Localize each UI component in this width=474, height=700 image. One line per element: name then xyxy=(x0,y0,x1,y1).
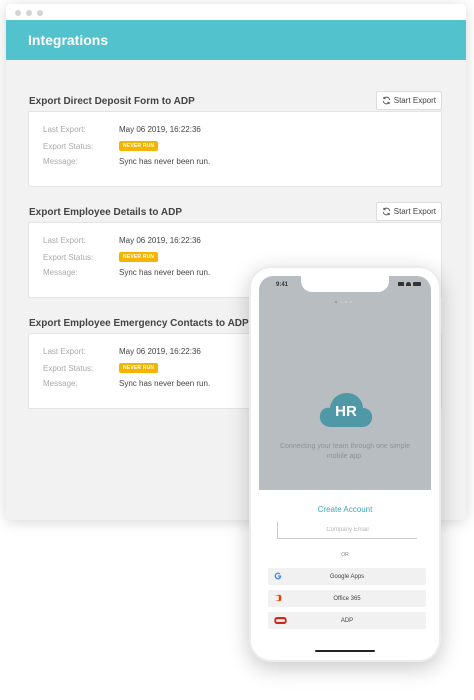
or-divider: OR xyxy=(341,552,349,558)
window-close-dot[interactable] xyxy=(15,10,21,16)
signal-icon xyxy=(398,282,404,286)
last-export-value: May 06 2019, 16:22:36 xyxy=(119,236,201,245)
message-label: Message: xyxy=(43,379,78,388)
message-row: Message: Sync has never been run. xyxy=(43,268,210,277)
sso-label: ADP xyxy=(340,617,354,624)
battery-icon xyxy=(413,282,421,286)
export-status-label: Export Status: xyxy=(43,141,94,151)
start-export-label: Start Export xyxy=(393,207,436,216)
sync-icon xyxy=(382,207,390,216)
export-status-row: Export Status: NEVER RUN xyxy=(43,141,159,151)
section-title: Export Direct Deposit Form to ADP xyxy=(29,96,195,107)
status-badge: NEVER RUN xyxy=(119,363,159,373)
last-export-value: May 06 2019, 16:22:36 xyxy=(119,347,201,356)
office365-button[interactable]: Office 365 xyxy=(268,590,426,607)
create-account-link[interactable]: Create Account xyxy=(251,505,439,514)
export-status-row: Export Status: NEVER RUN xyxy=(43,252,159,262)
hr-logo-text: HR xyxy=(335,403,357,420)
status-badge: NEVER RUN xyxy=(119,252,159,262)
phone-mockup: 9:41 HR Connecting your team through one… xyxy=(249,266,441,662)
last-export-label: Last Export: xyxy=(43,347,86,356)
window-titlebar xyxy=(6,4,466,20)
export-status-row: Export Status: NEVER RUN xyxy=(43,363,159,373)
sso-label: Office 365 xyxy=(333,595,361,602)
adp-icon xyxy=(273,615,287,625)
export-status-label: Export Status: xyxy=(43,363,94,373)
last-export-row: Last Export: May 06 2019, 16:22:36 xyxy=(43,347,201,356)
message-value: Sync has never been run. xyxy=(119,379,211,388)
section-title: Export Employee Details to ADP xyxy=(29,207,182,218)
page-title: Integrations xyxy=(28,32,109,48)
phone-notch xyxy=(301,276,389,292)
status-badge: NEVER RUN xyxy=(119,141,159,151)
export-status-label: Export Status: xyxy=(43,252,94,262)
message-value: Sync has never been run. xyxy=(119,157,211,166)
status-bar-time: 9:41 xyxy=(276,282,289,288)
window-maximize-dot[interactable] xyxy=(37,10,43,16)
export-details-card: Last Export: May 06 2019, 16:22:36 Expor… xyxy=(28,111,442,187)
google-icon xyxy=(273,571,283,581)
last-export-row: Last Export: May 06 2019, 16:22:36 xyxy=(43,236,201,245)
app-tagline: Connecting your team through one simple … xyxy=(280,443,410,460)
message-label: Message: xyxy=(43,268,78,277)
message-row: Message: Sync has never been run. xyxy=(43,157,210,166)
wifi-icon xyxy=(406,282,411,286)
last-export-value: May 06 2019, 16:22:36 xyxy=(119,125,201,134)
office365-icon xyxy=(273,593,283,603)
sso-label: Google Apps xyxy=(329,573,365,580)
start-export-button[interactable]: Start Export xyxy=(375,91,442,110)
start-export-button[interactable]: Start Export xyxy=(375,202,442,221)
window-minimize-dot[interactable] xyxy=(26,10,32,16)
last-export-label: Last Export: xyxy=(43,125,86,134)
page-header: Integrations xyxy=(6,20,466,60)
message-row: Message: Sync has never been run. xyxy=(43,379,210,388)
status-bar-icons xyxy=(398,282,421,286)
section-title: Export Employee Emergency Contacts to AD… xyxy=(29,318,249,329)
message-value: Sync has never been run. xyxy=(119,268,211,277)
company-email-field[interactable] xyxy=(277,522,417,539)
adp-button[interactable]: ADP xyxy=(268,612,426,629)
sync-icon xyxy=(382,96,390,105)
google-apps-button[interactable]: Google Apps xyxy=(268,568,426,585)
page-indicator xyxy=(335,301,352,303)
message-label: Message: xyxy=(43,157,78,166)
start-export-label: Start Export xyxy=(393,96,436,105)
phone-splash-screen: 9:41 HR Connecting your team through one… xyxy=(259,276,431,490)
last-export-label: Last Export: xyxy=(43,236,86,245)
home-indicator xyxy=(315,650,375,652)
last-export-row: Last Export: May 06 2019, 16:22:36 xyxy=(43,125,201,134)
hr-cloud-logo: HR xyxy=(319,392,373,428)
